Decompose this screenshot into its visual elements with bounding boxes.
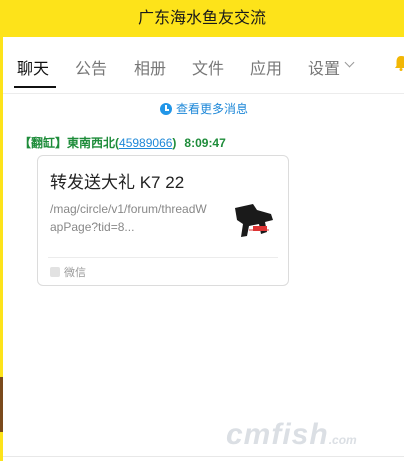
watermark-text: cmfish: [226, 418, 329, 451]
clock-icon: [160, 103, 172, 115]
tab-chat[interactable]: 聊天: [17, 55, 49, 79]
sender-name: 東南西北: [67, 136, 116, 150]
sender-id-close: ): [172, 136, 177, 150]
window-title: 广东海水鱼友交流: [137, 10, 266, 27]
watermark-suffix: .com: [328, 433, 357, 447]
card-source: 微信: [50, 264, 86, 280]
bottom-divider: [3, 456, 404, 457]
message-sender-line: 【翻缸】東南西北(45989066) 8:09:47: [19, 134, 226, 151]
shared-link-card[interactable]: 转发送大礼 K7 22 /mag/circle/v1/forum/threadW…: [37, 155, 289, 286]
card-thumbnail: [235, 204, 273, 237]
chevron-down-icon[interactable]: [344, 57, 355, 68]
site-watermark: cmfish.com: [226, 418, 357, 452]
card-description: /mag/circle/v1/forum/threadWapPage?tid=8…: [50, 202, 207, 234]
card-title: 转发送大礼 K7 22: [50, 173, 185, 192]
load-more-messages-link[interactable]: 查看更多消息: [160, 101, 248, 117]
sender-id-link[interactable]: 45989066: [119, 136, 172, 150]
load-more-label: 查看更多消息: [176, 102, 249, 116]
left-edge-strip: [0, 37, 3, 461]
card-divider: [48, 257, 278, 258]
tab-files[interactable]: 文件: [192, 55, 224, 79]
bell-icon[interactable]: [395, 55, 404, 71]
window-titlebar: 广东海水鱼友交流: [0, 0, 404, 37]
tab-announcements[interactable]: 公告: [75, 55, 107, 79]
edge-mark: [0, 377, 3, 432]
tab-bar: 聊天 公告 相册 文件 应用 设置: [3, 37, 404, 94]
active-tab-indicator: [14, 86, 56, 88]
tab-apps[interactable]: 应用: [250, 55, 282, 79]
wechat-icon: [50, 267, 60, 277]
message-time: 8:09:47: [184, 136, 226, 150]
tab-album[interactable]: 相册: [134, 55, 166, 79]
card-source-label: 微信: [64, 267, 86, 279]
tab-settings[interactable]: 设置: [308, 55, 340, 79]
sender-tag: 【翻缸】: [19, 136, 68, 150]
